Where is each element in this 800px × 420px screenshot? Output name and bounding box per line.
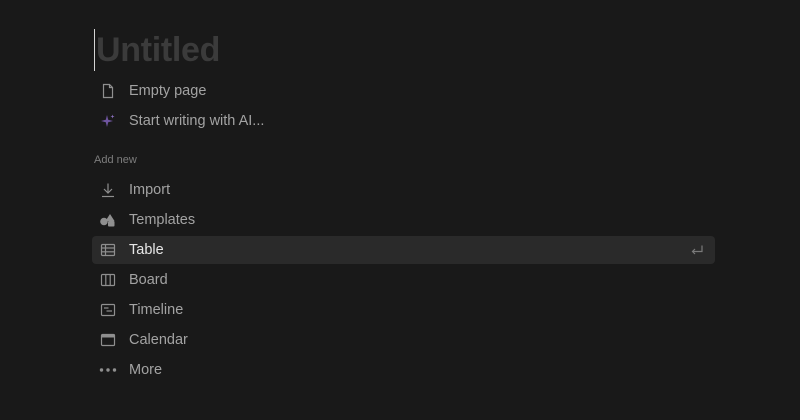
import-option[interactable]: Import [92,176,715,204]
import-label: Import [129,182,171,198]
table-icon [99,241,117,259]
more-dots-icon [99,361,117,379]
templates-label: Templates [129,212,196,228]
table-label: Table [129,242,164,258]
page-title-placeholder: Untitled [96,31,221,69]
timeline-icon [99,301,117,319]
start-writing-with-ai-option[interactable]: Start writing with AI... [92,107,715,135]
timeline-option[interactable]: Timeline [92,296,715,324]
ai-sparkle-icon [99,112,117,130]
timeline-label: Timeline [129,302,184,318]
page-title-field[interactable]: Untitled [94,28,220,72]
add-new-heading: Add new [94,154,137,166]
enter-key-icon [689,242,705,258]
calendar-icon [99,331,117,349]
board-label: Board [129,272,168,288]
board-option[interactable]: Board [92,266,715,294]
more-option[interactable]: More [92,356,715,384]
import-icon [99,181,117,199]
text-caret [94,29,95,71]
templates-icon [99,211,117,229]
start-writing-with-ai-label: Start writing with AI... [129,113,265,129]
more-label: More [129,362,163,378]
empty-page-option[interactable]: Empty page [92,77,715,105]
empty-page-label: Empty page [129,83,207,99]
new-page-editor: Untitled Empty page Start writing with A… [0,0,800,420]
calendar-label: Calendar [129,332,188,348]
templates-option[interactable]: Templates [92,206,715,234]
table-option[interactable]: Table [92,236,715,264]
calendar-option[interactable]: Calendar [92,326,715,354]
document-icon [99,82,117,100]
board-icon [99,271,117,289]
